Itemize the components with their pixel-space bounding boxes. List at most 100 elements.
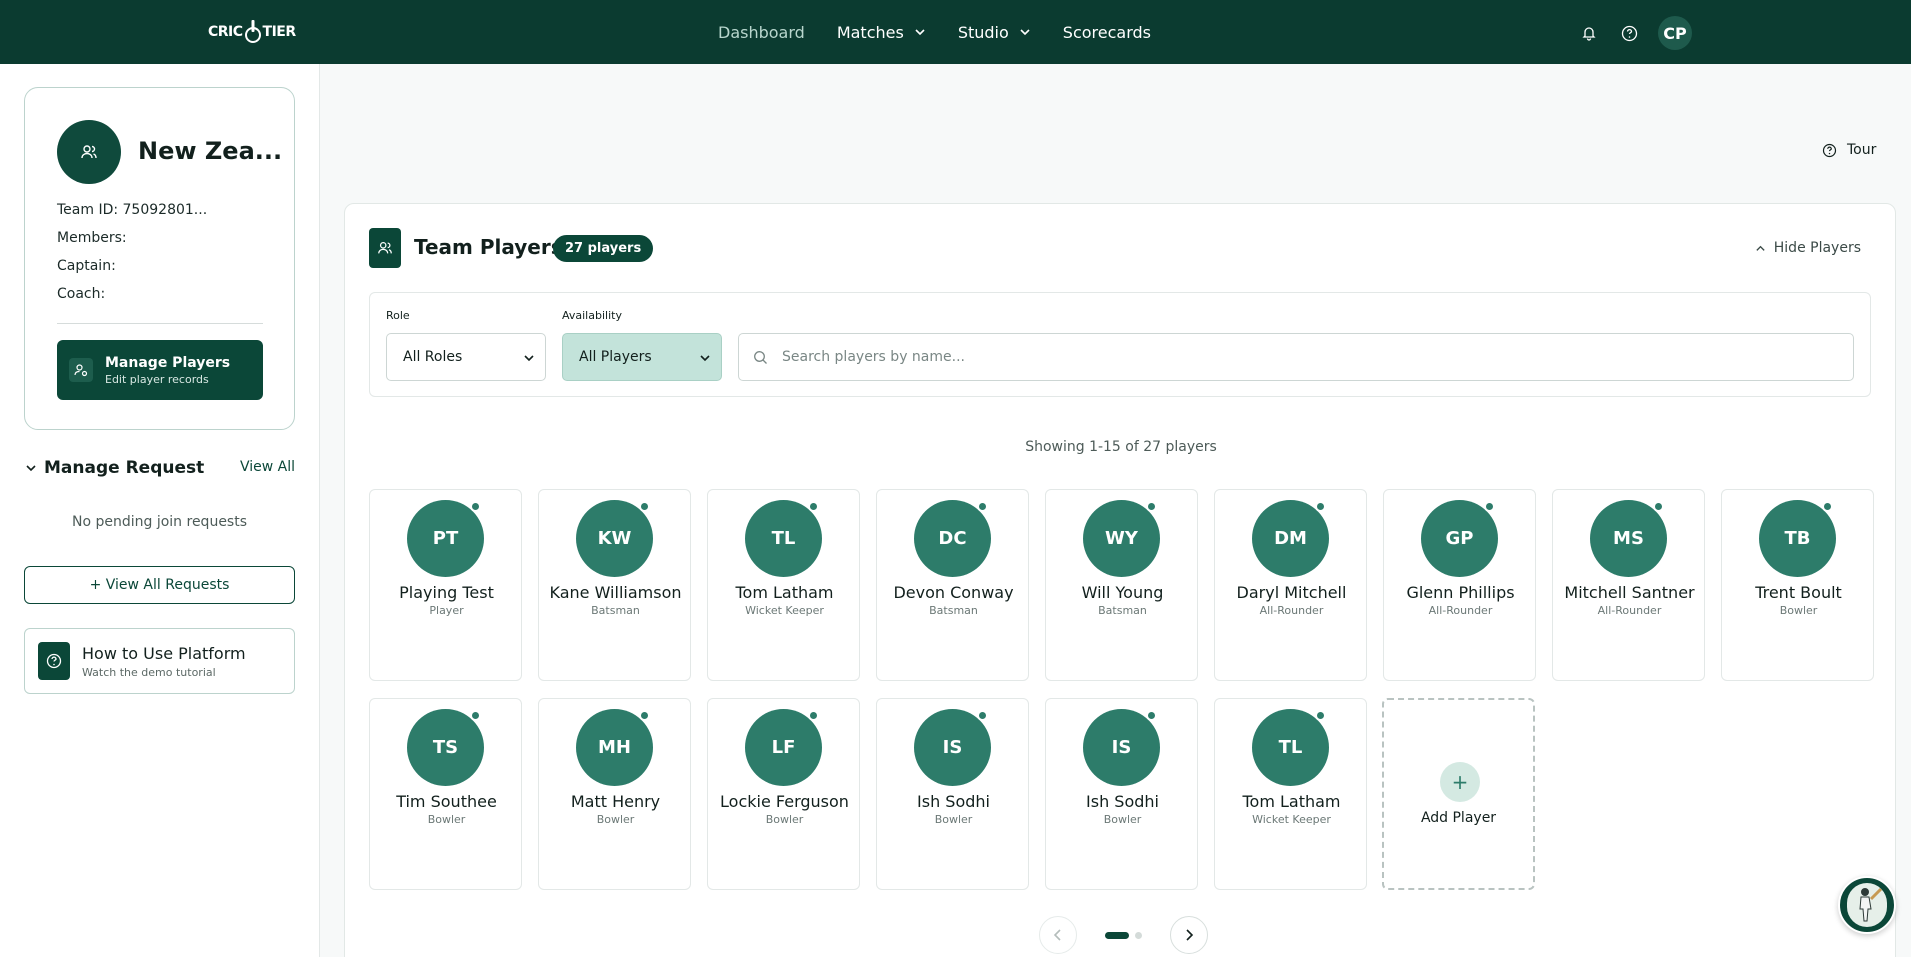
panel-title: Team Players — [414, 235, 563, 259]
player-card[interactable]: DM Daryl Mitchell All-Rounder — [1214, 489, 1367, 681]
nav-scorecards-label: Scorecards — [1062, 22, 1151, 42]
player-name: Daryl Mitchell — [1236, 583, 1347, 602]
chevron-down-icon — [700, 355, 710, 362]
nav-dashboard[interactable]: Dashboard — [718, 23, 805, 42]
help-icon — [1822, 143, 1837, 157]
hide-players-label: Hide Players — [1773, 240, 1861, 256]
player-card[interactable]: GP Glenn Phillips All-Rounder — [1383, 489, 1536, 681]
nav-matches[interactable]: Matches — [837, 23, 926, 42]
search-input[interactable] — [782, 349, 1782, 365]
player-role: Bowler — [1779, 604, 1818, 617]
nav-scorecards[interactable]: Scorecards — [1063, 23, 1151, 42]
nav-dashboard-label: Dashboard — [718, 22, 805, 42]
tour-label: Tour — [1847, 142, 1877, 158]
brand-logo[interactable]: CRIC TIER — [208, 14, 296, 50]
player-role: Bowler — [765, 813, 804, 826]
chevron-down-icon — [26, 465, 36, 472]
hide-players-button[interactable]: Hide Players — [1755, 240, 1861, 256]
player-name: Ish Sodhi — [917, 792, 990, 811]
team-players-panel: Team Players 27 players Hide Players Rol… — [344, 203, 1896, 957]
chevron-right-icon — [1186, 929, 1194, 941]
player-name: Matt Henry — [570, 792, 661, 811]
player-role: Bowler — [1103, 813, 1142, 826]
nav-studio[interactable]: Studio — [958, 23, 1031, 42]
showing-count: Showing 1-15 of 27 players — [1025, 439, 1217, 455]
search-box[interactable] — [738, 333, 1854, 381]
nav-studio-label: Studio — [957, 22, 1009, 42]
divider — [57, 323, 263, 324]
player-card[interactable]: KW Kane Williamson Batsman — [538, 489, 691, 681]
how-to-subtitle: Watch the demo tutorial — [82, 665, 216, 679]
online-status-dot — [808, 501, 819, 512]
role-select[interactable]: All Roles — [386, 333, 546, 381]
player-card[interactable]: TL Tom Latham Wicket Keeper — [1214, 698, 1367, 890]
player-name: Tom Latham — [735, 583, 834, 602]
user-avatar[interactable]: CP — [1658, 16, 1692, 50]
tour-button[interactable]: Tour — [1822, 142, 1876, 158]
online-status-dot — [1822, 501, 1833, 512]
player-name: Will Young — [1081, 583, 1164, 602]
nav-matches-label: Matches — [836, 22, 904, 42]
page-dot-active[interactable] — [1105, 931, 1129, 939]
add-player-label: Add Player — [1420, 810, 1497, 826]
how-to-title: How to Use Platform — [82, 643, 246, 663]
bell-icon[interactable] — [1578, 22, 1600, 44]
player-card[interactable]: IS Ish Sodhi Bowler — [1045, 698, 1198, 890]
player-name: Tim Southee — [396, 792, 497, 811]
player-name: Playing Test — [399, 583, 494, 602]
online-status-dot — [1146, 501, 1157, 512]
view-all-link[interactable]: View All — [240, 459, 295, 475]
player-name: Mitchell Santner — [1564, 583, 1695, 602]
next-page-button[interactable] — [1170, 916, 1208, 954]
manage-players-button[interactable]: Manage Players Edit player records — [57, 340, 263, 400]
availability-select-value: All Players — [579, 349, 652, 365]
user-edit-icon — [69, 358, 93, 382]
manage-players-title: Manage Players — [105, 354, 231, 371]
player-role: Player — [429, 604, 464, 617]
player-name: Lockie Ferguson — [720, 792, 849, 811]
player-name: Glenn Phillips — [1406, 583, 1515, 602]
main-nav: Dashboard Matches Studio Scorecards — [718, 0, 1183, 64]
chevron-up-icon — [1756, 245, 1765, 251]
team-members: Members: — [57, 230, 127, 246]
help-circle-icon — [38, 642, 70, 680]
cricketer-icon — [1847, 883, 1887, 927]
users-icon — [369, 228, 401, 268]
online-status-dot — [1146, 710, 1157, 721]
player-card[interactable]: TB Trent Boult Bowler — [1721, 489, 1874, 681]
player-card[interactable]: TL Tom Latham Wicket Keeper — [707, 489, 860, 681]
team-avatar — [57, 120, 121, 184]
player-role: Batsman — [591, 604, 640, 617]
how-to-use-card[interactable]: How to Use Platform Watch the demo tutor… — [24, 628, 295, 694]
player-card[interactable]: MH Matt Henry Bowler — [538, 698, 691, 890]
assistant-fab[interactable] — [1838, 876, 1896, 934]
player-name: Devon Conway — [893, 583, 1014, 602]
page-dots — [1105, 931, 1142, 939]
add-player-card[interactable]: + Add Player — [1382, 698, 1535, 890]
player-card[interactable]: MS Mitchell Santner All-Rounder — [1552, 489, 1705, 681]
online-status-dot — [1315, 501, 1326, 512]
online-status-dot — [1315, 710, 1326, 721]
team-captain: Captain: — [57, 258, 116, 274]
team-name: New Zea... — [138, 137, 283, 165]
top-actions: CP — [1578, 16, 1692, 50]
team-card: New Zea... Team ID: 75092801... Members:… — [24, 87, 295, 430]
manage-request-header[interactable]: Manage Request View All — [24, 456, 295, 480]
player-card[interactable]: LF Lockie Ferguson Bowler — [707, 698, 860, 890]
availability-select[interactable]: All Players — [562, 333, 722, 381]
player-card[interactable]: IS Ish Sodhi Bowler — [876, 698, 1029, 890]
availability-label: Availability — [562, 309, 622, 322]
player-card[interactable]: PT Playing Test Player — [369, 489, 522, 681]
view-all-requests-button[interactable]: + View All Requests — [24, 566, 295, 604]
player-card[interactable]: DC Devon Conway Batsman — [876, 489, 1029, 681]
player-role: Wicket Keeper — [745, 604, 824, 617]
player-card[interactable]: TS Tim Southee Bowler — [369, 698, 522, 890]
prev-page-button[interactable] — [1039, 916, 1077, 954]
page-dot[interactable] — [1135, 931, 1142, 939]
player-role: All-Rounder — [1597, 604, 1662, 617]
help-icon[interactable] — [1618, 22, 1640, 44]
player-card[interactable]: WY Will Young Batsman — [1045, 489, 1198, 681]
online-status-dot — [808, 710, 819, 721]
cricket-bat-icon — [244, 20, 261, 43]
online-status-dot — [639, 710, 650, 721]
